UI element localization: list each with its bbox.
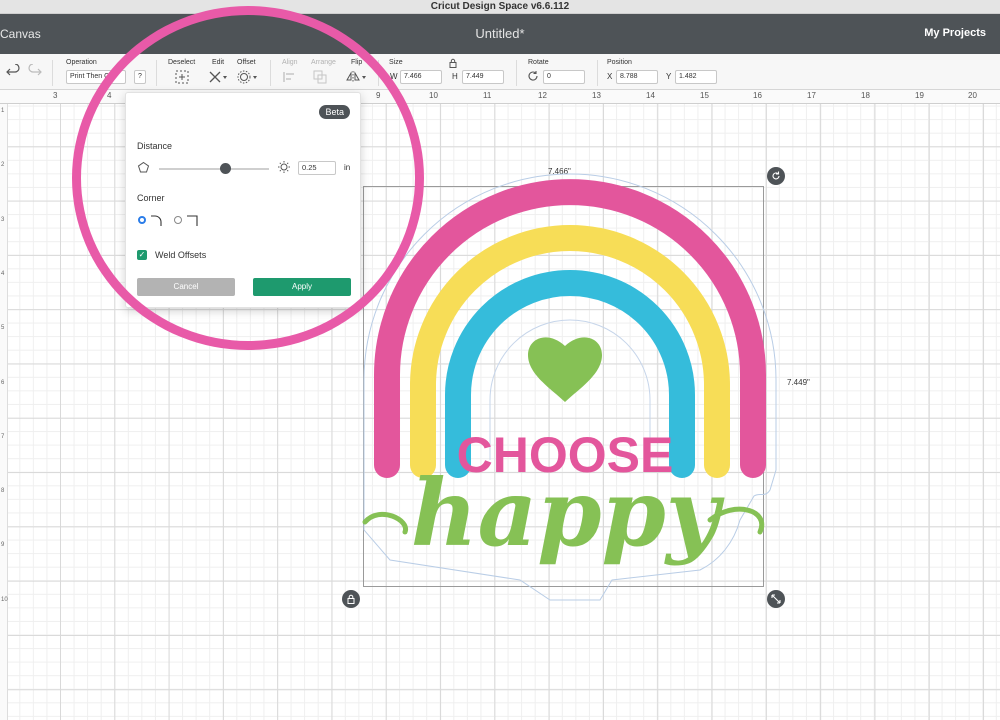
corner-square-radio[interactable] bbox=[174, 216, 182, 224]
arrange-label: Arrange bbox=[311, 59, 336, 66]
operation-select[interactable]: Print Then Cut bbox=[66, 70, 126, 84]
offset-icon[interactable] bbox=[237, 70, 259, 84]
offset-label: Offset bbox=[237, 59, 256, 66]
my-projects-button[interactable]: My Projects bbox=[924, 27, 986, 39]
redo-icon[interactable] bbox=[28, 64, 42, 78]
distance-slider-thumb[interactable] bbox=[220, 163, 231, 174]
weld-offsets-checkbox[interactable]: ✓ bbox=[137, 250, 147, 260]
corner-rounded-radio[interactable] bbox=[138, 216, 146, 224]
flip-icon[interactable] bbox=[346, 70, 368, 84]
y-label: Y bbox=[666, 72, 672, 81]
ruler-number: 10 bbox=[429, 91, 438, 100]
height-dimension-label: 7.449" bbox=[787, 378, 810, 387]
ruler-number: 15 bbox=[700, 91, 709, 100]
arrange-icon[interactable] bbox=[313, 70, 333, 84]
ruler-number: 9 bbox=[376, 91, 381, 100]
x-position-input[interactable]: 8.788 bbox=[616, 70, 658, 84]
app-header: Canvas Untitled* My Projects bbox=[0, 14, 1000, 54]
rotate-handle[interactable] bbox=[767, 167, 785, 185]
ruler-number: 18 bbox=[861, 91, 870, 100]
round-offset-icon bbox=[278, 161, 290, 173]
ruler-number: 13 bbox=[592, 91, 601, 100]
ruler-number: 12 bbox=[538, 91, 547, 100]
align-label: Align bbox=[282, 59, 298, 66]
rotate-input[interactable]: 0 bbox=[543, 70, 585, 84]
ruler-number: 16 bbox=[753, 91, 762, 100]
edit-icon[interactable] bbox=[208, 70, 228, 84]
lock-handle[interactable] bbox=[342, 590, 360, 608]
edit-label: Edit bbox=[212, 59, 225, 66]
happy-text: happy bbox=[411, 459, 725, 567]
ruler-number: 5 bbox=[1, 325, 5, 332]
resize-handle-icon bbox=[771, 594, 781, 604]
ruler-number: 1 bbox=[1, 108, 5, 114]
square-corner-icon bbox=[187, 215, 198, 226]
x-label: X bbox=[607, 72, 613, 81]
ruler-number: 4 bbox=[107, 91, 112, 100]
apply-button[interactable]: Apply bbox=[253, 278, 351, 296]
operation-label: Operation bbox=[66, 59, 97, 66]
rotate-icon bbox=[528, 71, 538, 81]
offset-panel: Beta Distance 0.25 in Corner ✓ Weld Offs… bbox=[125, 92, 361, 308]
help-button[interactable]: ? bbox=[134, 70, 146, 84]
y-position-input[interactable]: 1.482 bbox=[675, 70, 717, 84]
ruler-number: 14 bbox=[646, 91, 655, 100]
cancel-button[interactable]: Cancel bbox=[137, 278, 235, 296]
ruler-number: 20 bbox=[968, 91, 977, 100]
deselect-icon[interactable] bbox=[175, 70, 189, 84]
resize-handle[interactable] bbox=[767, 590, 785, 608]
distance-input[interactable]: 0.25 bbox=[298, 161, 336, 175]
width-label: W bbox=[390, 72, 398, 81]
rotate-label: Rotate bbox=[528, 59, 549, 66]
height-label: H bbox=[452, 72, 458, 81]
weld-offsets-label: Weld Offsets bbox=[155, 250, 207, 260]
ruler-number: 3 bbox=[53, 91, 58, 100]
rainbow-design[interactable]: CHOOSE happy bbox=[350, 160, 790, 620]
window-titlebar: Cricut Design Space v6.6.112 bbox=[0, 0, 1000, 14]
size-label: Size bbox=[389, 59, 403, 66]
rotate-handle-icon bbox=[772, 171, 780, 180]
distance-slider-track[interactable] bbox=[159, 168, 269, 170]
rounded-corner-icon bbox=[151, 215, 162, 226]
distance-label: Distance bbox=[137, 141, 173, 151]
edit-toolbar: Operation Print Then Cut ? Deselect Edit… bbox=[0, 54, 1000, 90]
ruler-number: 2 bbox=[1, 162, 5, 169]
width-input[interactable]: 7.466 bbox=[400, 70, 442, 84]
ruler-number: 3 bbox=[1, 216, 5, 223]
deselect-label: Deselect bbox=[168, 59, 196, 66]
ruler-number: 10 bbox=[1, 596, 8, 603]
distance-unit: in bbox=[344, 163, 351, 172]
corner-label: Corner bbox=[137, 193, 165, 203]
window-title: Cricut Design Space v6.6.112 bbox=[430, 1, 570, 12]
height-input[interactable]: 7.449 bbox=[462, 70, 504, 84]
undo-icon[interactable] bbox=[6, 64, 20, 78]
position-label: Position bbox=[607, 59, 632, 66]
ruler-number: 8 bbox=[1, 488, 5, 495]
ruler-number: 11 bbox=[483, 91, 492, 100]
ruler-number: 4 bbox=[1, 270, 5, 277]
lock-handle-icon bbox=[347, 594, 355, 604]
ruler-number: 19 bbox=[915, 91, 924, 100]
flip-label: Flip bbox=[351, 59, 363, 66]
ruler-number: 9 bbox=[1, 542, 5, 549]
vertical-ruler: 1 2 3 4 5 6 7 8 9 10 bbox=[0, 104, 8, 720]
align-icon[interactable] bbox=[282, 70, 298, 84]
lock-aspect-icon[interactable] bbox=[448, 58, 458, 68]
beta-badge: Beta bbox=[319, 105, 350, 119]
sharp-offset-icon bbox=[137, 161, 150, 173]
ruler-number: 7 bbox=[1, 433, 5, 440]
heart-shape bbox=[528, 337, 602, 402]
ruler-number: 17 bbox=[807, 91, 816, 100]
ruler-number: 6 bbox=[1, 379, 5, 386]
document-title[interactable]: Untitled* bbox=[0, 26, 1000, 41]
